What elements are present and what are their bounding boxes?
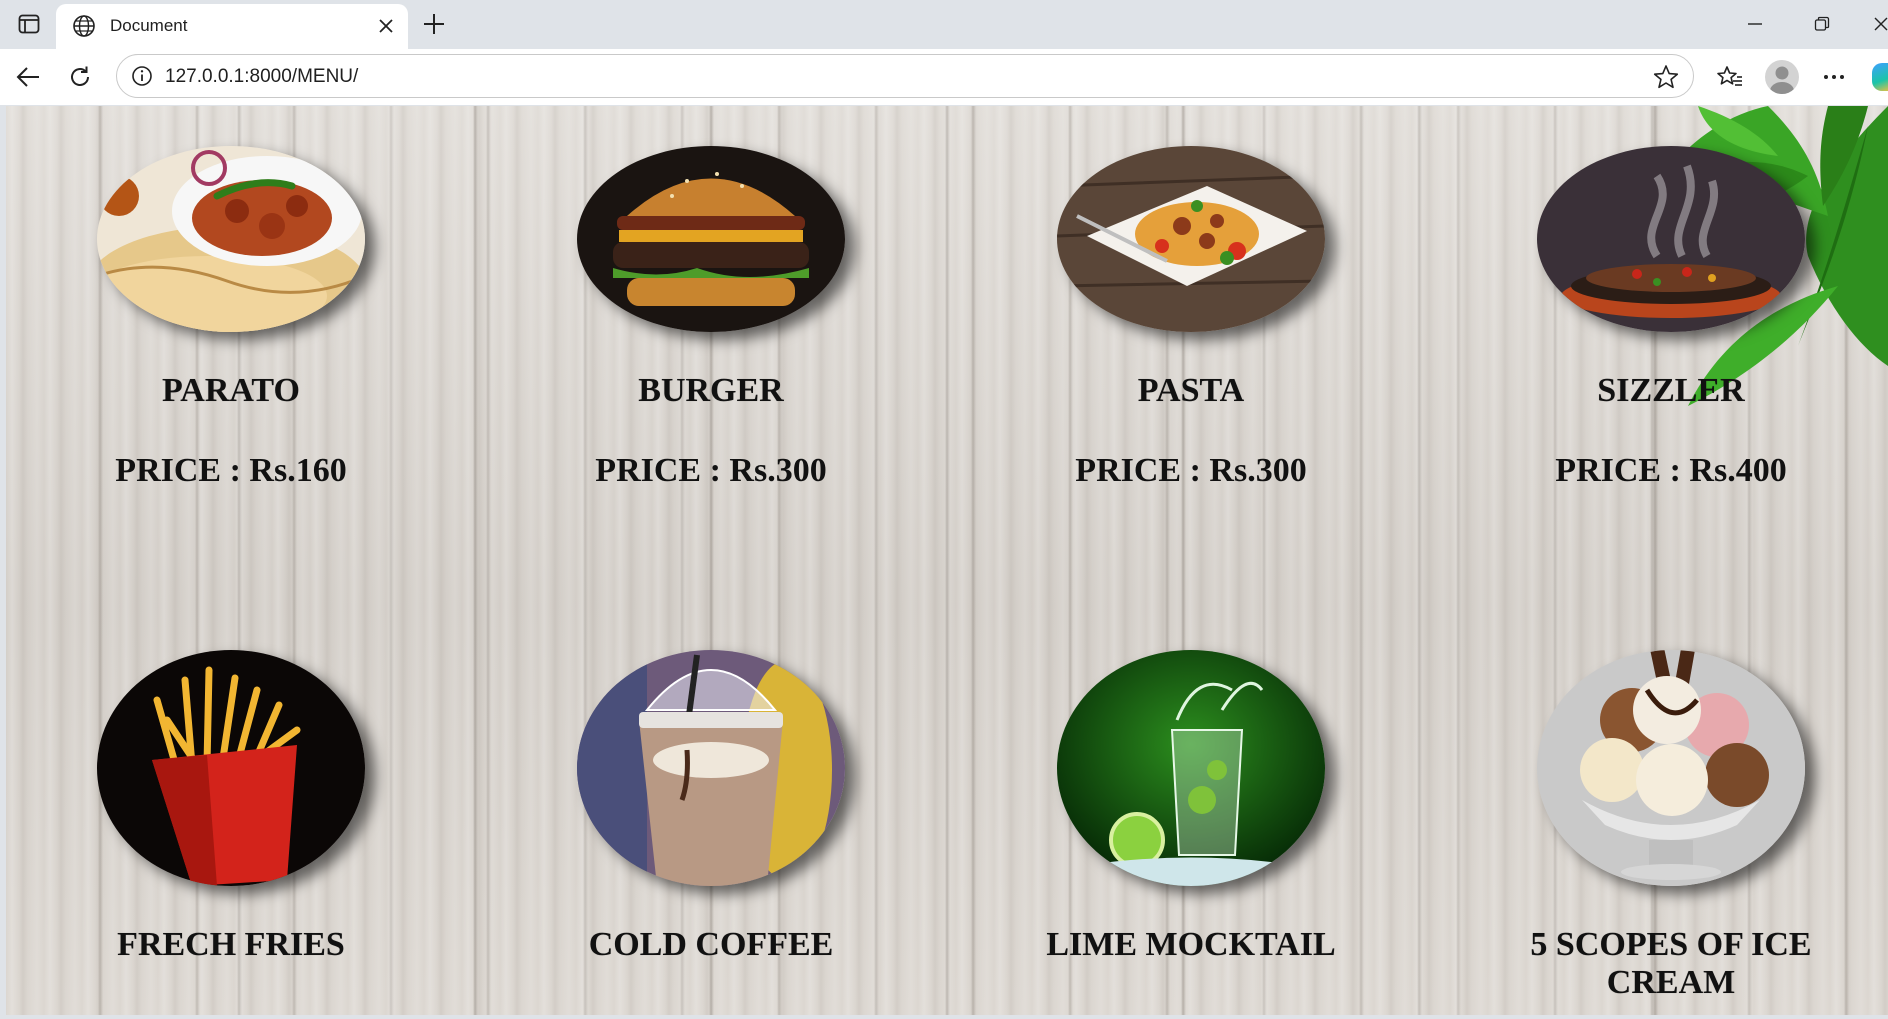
item-price: PRICE : Rs.400 [1555, 452, 1787, 489]
globe-icon [72, 14, 96, 38]
plus-icon[interactable] [420, 10, 448, 38]
sizzler-image [1537, 146, 1805, 332]
browser-toolbar: 127.0.0.1:8000/MENU/ [0, 49, 1888, 105]
back-arrow-icon[interactable] [12, 61, 44, 93]
menu-item[interactable]: FRECH FRIES [41, 650, 421, 964]
item-name: LIME MOCKTAIL [1046, 926, 1336, 963]
french-fries-image [97, 650, 365, 886]
item-name: 5 SCOPES OF ICE CREAM [1530, 926, 1812, 1001]
tab-actions-icon[interactable] [16, 12, 42, 36]
cold-coffee-image [577, 650, 845, 886]
more-icon[interactable] [1818, 61, 1850, 93]
menu-item[interactable]: PARATO PRICE : Rs.160 [41, 146, 421, 490]
burger-image [577, 146, 845, 332]
star-icon[interactable] [1653, 64, 1679, 90]
minimize-icon[interactable] [1740, 12, 1770, 36]
close-icon[interactable] [374, 14, 398, 38]
info-icon[interactable] [131, 65, 153, 87]
item-price: PRICE : Rs.160 [115, 452, 347, 489]
url-text[interactable]: 127.0.0.1:8000/MENU/ [165, 66, 358, 88]
item-name: PARATO [162, 372, 300, 409]
item-name: SIZZLER [1597, 372, 1745, 409]
menu-page: PARATO PRICE : Rs.160 BURGER PRICE : Rs.… [6, 106, 1888, 1015]
tab-bar: Document [0, 0, 1888, 49]
item-name: PASTA [1137, 372, 1245, 409]
menu-item[interactable]: COLD COFFEE [521, 650, 901, 964]
close-window-icon[interactable] [1866, 12, 1888, 36]
address-bar[interactable]: 127.0.0.1:8000/MENU/ [116, 54, 1694, 98]
lime-mocktail-image [1057, 650, 1325, 886]
item-name: COLD COFFEE [588, 926, 834, 963]
menu-item[interactable]: 5 SCOPES OF ICE CREAM [1481, 650, 1861, 1002]
item-price: PRICE : Rs.300 [595, 452, 827, 489]
restore-icon[interactable] [1807, 12, 1837, 36]
favorites-icon[interactable] [1714, 61, 1746, 93]
reload-icon[interactable] [64, 61, 96, 93]
avatar-icon[interactable] [1765, 60, 1799, 94]
copilot-icon[interactable] [1872, 63, 1888, 91]
menu-item[interactable]: LIME MOCKTAIL [1001, 650, 1381, 964]
parato-image [97, 146, 365, 332]
item-name: FRECH FRIES [117, 926, 345, 963]
tab-title: Document [110, 16, 188, 35]
ice-cream-image [1537, 650, 1805, 886]
browser-tab[interactable]: Document [56, 4, 408, 49]
menu-item[interactable]: SIZZLER PRICE : Rs.400 [1481, 146, 1861, 490]
pasta-image [1057, 146, 1325, 332]
item-price: PRICE : Rs.300 [1075, 452, 1307, 489]
item-name: BURGER [638, 372, 784, 409]
menu-item[interactable]: BURGER PRICE : Rs.300 [521, 146, 901, 490]
menu-item[interactable]: PASTA PRICE : Rs.300 [1001, 146, 1381, 490]
